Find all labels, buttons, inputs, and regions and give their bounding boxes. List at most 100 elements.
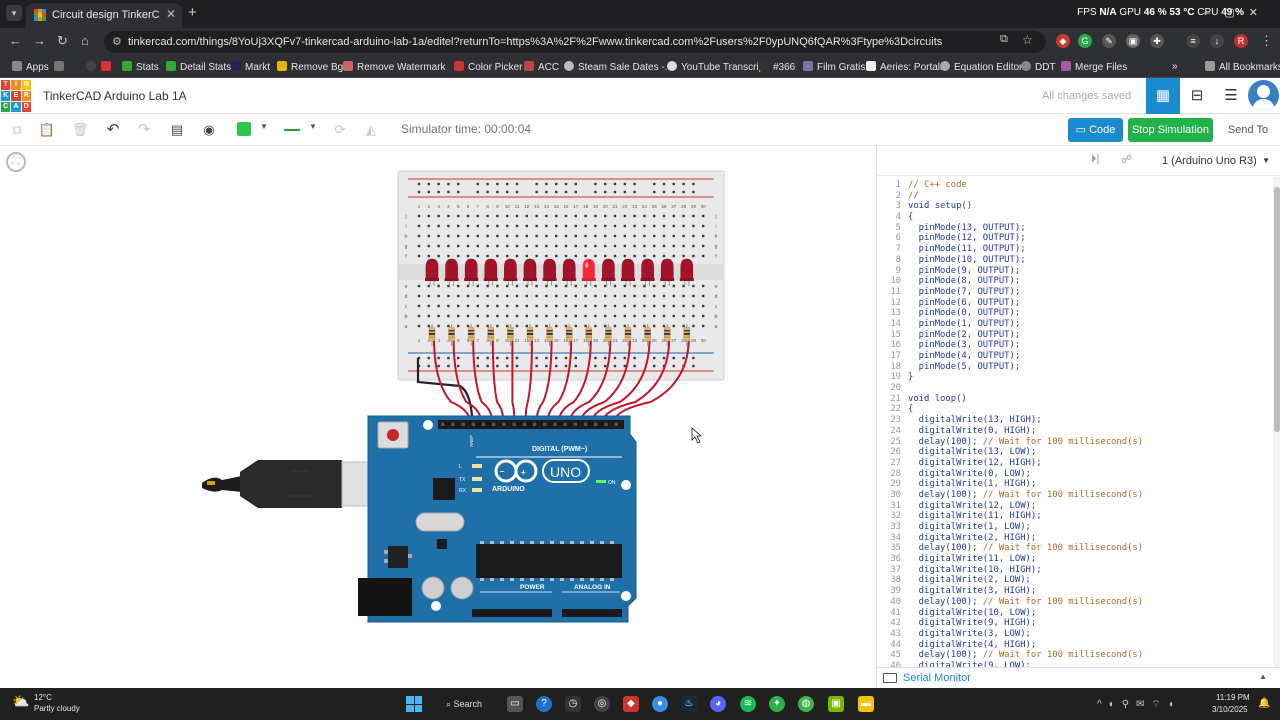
profile-avatar[interactable]: R — [1234, 34, 1248, 48]
extensions-puzzle-icon[interactable]: ✚ — [1150, 34, 1164, 48]
notification-icon[interactable]: 🔔 — [1258, 698, 1270, 709]
led — [504, 258, 517, 280]
bookmark-aeries-portals[interactable]: Aeries: Portals — [866, 61, 945, 73]
browser-tab-active[interactable]: Circuit design TinkerCAD Arduin... ✕ — [26, 3, 182, 28]
device-select[interactable]: 1 (Arduino Uno R3) ▼ — [1157, 150, 1275, 172]
reload-icon[interactable]: ↻ — [57, 33, 68, 49]
nvidia-icon[interactable]: ▣ — [828, 696, 844, 712]
steam-icon[interactable]: ♨ — [681, 696, 697, 712]
grid-icon[interactable] — [54, 61, 68, 73]
paste-icon[interactable]: 📋 — [37, 120, 57, 140]
bookmark-stats[interactable]: Stats — [122, 61, 159, 73]
code-editor[interactable]: 1 2 3 4 5 6 7 8 9 10 11 12 13 14 15 16 17 18 19 20 21 22 23 24 2… — [877, 177, 1273, 667]
rotate-icon[interactable]: ⟳ — [330, 120, 350, 140]
scrollbar-thumb[interactable] — [1274, 187, 1280, 432]
home-icon[interactable]: ⌂ — [81, 33, 89, 48]
bookmark-apps[interactable]: Apps — [12, 61, 49, 73]
weather-desc[interactable]: Partly cloudy — [34, 704, 80, 713]
bookmark-all-bookmarks[interactable]: All Bookmarks — [1205, 61, 1280, 73]
system-tray[interactable]: ^◐⚲✉⌔◖ — [1097, 698, 1181, 711]
reading-list-icon[interactable]: ≡ — [1186, 34, 1200, 48]
tab-close-icon[interactable]: ✕ — [166, 7, 176, 21]
user-avatar[interactable] — [1248, 80, 1279, 111]
extension-icon[interactable]: ▣ — [1126, 34, 1140, 48]
bookmark-color-picker[interactable]: Color Picker — [454, 61, 522, 73]
column-number: 10 — [505, 204, 511, 209]
chrome-icon[interactable]: ● — [652, 696, 668, 712]
weather-icon[interactable]: ⛅ — [12, 693, 32, 711]
bookmark-366[interactable]: #366 — [759, 61, 795, 73]
site-info-icon[interactable]: ⚙ — [112, 31, 122, 53]
forward-icon[interactable]: → — [33, 33, 46, 48]
file-explorer-icon[interactable]: ▬ — [858, 696, 874, 712]
extension-icon[interactable]: ✎ — [1102, 34, 1116, 48]
extension-icon[interactable]: ◆ — [1056, 34, 1070, 48]
spotify-icon[interactable]: ≋ — [740, 696, 756, 712]
bookmark-detail-stats[interactable]: Detail Stats — [166, 61, 231, 73]
bookmark-remove-watermark[interactable]: Remove Watermark — [343, 61, 446, 73]
notes-visibility-icon[interactable]: ◉ — [199, 120, 219, 140]
bookmark-youtube-transcript[interactable]: YouTube Transcript — [667, 61, 767, 73]
wire-type-icon[interactable] — [284, 129, 300, 131]
bookmark-icon[interactable] — [86, 61, 100, 73]
chevron-down-icon[interactable]: ▼ — [309, 122, 317, 131]
debugger-icon[interactable]: ☍ — [1121, 153, 1132, 166]
address-bar[interactable]: ⚙ tinkercad.com/things/8YoUj3XQFv7-tinke… — [104, 31, 1046, 53]
clock-date[interactable]: 3/10/2025 — [1212, 705, 1248, 714]
stop-simulation-button[interactable]: Stop Simulation — [1128, 118, 1213, 142]
redo-icon[interactable]: ↷ — [134, 120, 154, 140]
task-view-icon[interactable]: ▭ — [507, 696, 523, 712]
app-icon[interactable]: ◍ — [798, 696, 814, 712]
grammarly-icon[interactable]: G — [1078, 34, 1092, 48]
arduino-uno-board[interactable]: AREF DIGITAL (PWM~) – + ARDUINO UNO L TX… — [358, 415, 637, 623]
window-controls[interactable]: –▢✕ — [1204, 6, 1272, 19]
clock-time[interactable]: 11:19 PM — [1216, 693, 1250, 702]
code-line: pinMode(1, OUTPUT); — [908, 318, 1021, 329]
back-icon[interactable]: ← — [9, 33, 22, 48]
circuit-workplane[interactable]: ⛶ 1 1 2 2 3 3 4 4 5 5 6 6 7 7 8 8 9 9 10 10 11 11 12 12 13 13 14 14… — [0, 146, 876, 688]
bookmark-icon[interactable] — [101, 61, 115, 73]
step-icon[interactable]: ⏵| — [1091, 153, 1099, 166]
app-icon[interactable]: ✦ — [769, 696, 785, 712]
chevron-down-icon[interactable]: ▼ — [260, 122, 268, 131]
copy-icon[interactable]: ⧉ — [7, 120, 27, 140]
discord-icon[interactable]: ◕ — [710, 696, 726, 712]
bookmark-film-gratis[interactable]: Film Gratis — [803, 61, 865, 73]
schematic-view-icon[interactable]: ⊟ — [1180, 78, 1214, 114]
bookmark-acc[interactable]: ACC — [524, 61, 559, 73]
app-icon[interactable]: ◆ — [623, 696, 639, 712]
chevron-up-icon[interactable]: ▲ — [1259, 672, 1267, 681]
windows-start-icon[interactable] — [406, 696, 422, 712]
help-icon[interactable]: ? — [536, 696, 552, 712]
send-to-button[interactable]: Send To — [1222, 118, 1274, 142]
component-list-icon[interactable]: ☰ — [1214, 78, 1248, 114]
bookmark-remove-bg[interactable]: Remove Bg — [277, 61, 343, 73]
tab-search-icon[interactable]: ▾ — [6, 5, 22, 21]
bookmarks-overflow-icon[interactable]: » — [1172, 61, 1178, 72]
bookmark-star-icon[interactable]: ☆ — [1022, 33, 1033, 47]
install-app-icon[interactable]: ⧉ — [1000, 33, 1008, 46]
new-tab-button[interactable]: + — [188, 4, 197, 21]
tinkercad-logo[interactable]: T I N K E R C A D — [1, 80, 31, 112]
flip-icon[interactable]: ◭ — [361, 120, 381, 140]
code-button[interactable]: ▭ Code — [1068, 118, 1123, 142]
circuit-view-icon[interactable]: ▦ — [1146, 78, 1180, 114]
bookmark-steam-sale[interactable]: Steam Sale Dates -... — [564, 61, 673, 73]
design-title[interactable]: TinkerCAD Arduino Lab 1A — [43, 89, 187, 103]
editor-scrollbar[interactable] — [1273, 177, 1280, 667]
delete-icon[interactable]: 🗑 — [70, 120, 90, 140]
taskbar-search[interactable]: ⌕ Search — [438, 695, 494, 713]
undo-icon[interactable]: ↶ — [103, 120, 123, 140]
app-icon[interactable]: ◎ — [594, 696, 610, 712]
notes-icon[interactable]: ▤ — [167, 120, 187, 140]
weather-temp[interactable]: 12°C — [34, 693, 52, 702]
download-icon[interactable]: ↓ — [1210, 34, 1224, 48]
bookmark-ddt[interactable]: DDT — [1021, 61, 1056, 73]
browser-menu-icon[interactable]: ⋮ — [1260, 33, 1273, 49]
bookmark-merge-files[interactable]: Merge Files — [1061, 61, 1127, 73]
bookmark-markt[interactable]: Markt — [231, 61, 270, 73]
wire-color-swatch[interactable] — [237, 122, 251, 136]
app-icon[interactable]: ◷ — [565, 696, 581, 712]
serial-monitor-bar[interactable]: Serial Monitor ▲ — [877, 667, 1280, 688]
bookmark-equation-editor[interactable]: Equation Editor — [940, 61, 1022, 73]
